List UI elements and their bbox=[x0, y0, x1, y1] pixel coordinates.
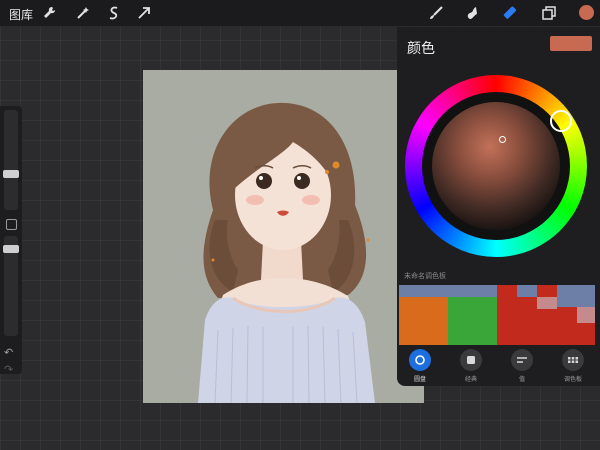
palette-swatch[interactable] bbox=[448, 297, 497, 345]
tab-palettes[interactable]: 调色板 bbox=[553, 349, 593, 385]
palette-swatch[interactable] bbox=[537, 297, 557, 309]
grid-icon bbox=[568, 357, 578, 363]
saturation-brightness-disc[interactable] bbox=[432, 102, 560, 230]
layers-icon[interactable] bbox=[541, 5, 557, 21]
drawing-canvas[interactable] bbox=[143, 70, 424, 403]
palette-swatch[interactable] bbox=[557, 307, 577, 345]
transform-arrow-icon[interactable] bbox=[136, 5, 152, 21]
palette-grid[interactable] bbox=[399, 285, 595, 345]
palette-swatch[interactable] bbox=[399, 285, 448, 297]
color-picker-handle[interactable] bbox=[499, 136, 506, 143]
palette-swatch[interactable] bbox=[577, 323, 595, 345]
sliders-icon bbox=[517, 357, 527, 363]
wrench-icon[interactable] bbox=[41, 5, 57, 21]
palette-swatch[interactable] bbox=[517, 285, 537, 297]
smudge-icon[interactable] bbox=[464, 5, 480, 21]
palette-swatch[interactable] bbox=[399, 297, 448, 345]
undo-icon[interactable]: ↶ bbox=[4, 346, 13, 359]
left-sidebar: ↶ ↷ bbox=[0, 106, 22, 376]
panel-title: 颜色 bbox=[407, 40, 435, 56]
tab-value[interactable]: 值 bbox=[502, 349, 542, 385]
modify-button[interactable] bbox=[6, 219, 17, 230]
hue-picker-handle[interactable] bbox=[550, 110, 572, 132]
gallery-button[interactable]: 图库 bbox=[9, 6, 33, 23]
tab-disc[interactable]: 圆盘 bbox=[400, 349, 440, 385]
color-panel: 颜色 未命名调色板 圆盘 经典 值 调色板 bbox=[397, 27, 600, 386]
eraser-icon[interactable] bbox=[503, 5, 519, 21]
current-color-swatch[interactable] bbox=[550, 36, 592, 51]
brush-size-slider[interactable] bbox=[4, 110, 18, 210]
current-color-button[interactable] bbox=[579, 5, 594, 20]
palette-swatch[interactable] bbox=[557, 285, 595, 307]
redo-icon[interactable]: ↷ bbox=[4, 363, 13, 376]
top-toolbar: 图库 bbox=[0, 0, 600, 26]
tab-classic[interactable]: 经典 bbox=[451, 349, 491, 385]
opacity-thumb[interactable] bbox=[3, 245, 19, 253]
palette-swatch[interactable] bbox=[448, 285, 497, 297]
color-mode-tabs: 圆盘 经典 值 调色板 bbox=[397, 347, 600, 386]
brush-icon[interactable] bbox=[428, 5, 444, 21]
palette-swatch[interactable] bbox=[577, 307, 595, 323]
disc-icon bbox=[415, 355, 425, 365]
palette-swatch[interactable] bbox=[537, 285, 557, 297]
palette-swatch[interactable] bbox=[497, 315, 557, 345]
girl-illustration bbox=[198, 102, 375, 403]
selection-icon[interactable] bbox=[106, 5, 122, 21]
palette-name: 未命名调色板 bbox=[404, 273, 446, 280]
palette-swatch[interactable] bbox=[497, 285, 517, 315]
magic-wand-icon[interactable] bbox=[75, 5, 91, 21]
square-icon bbox=[467, 356, 475, 364]
brush-size-thumb[interactable] bbox=[3, 170, 19, 178]
